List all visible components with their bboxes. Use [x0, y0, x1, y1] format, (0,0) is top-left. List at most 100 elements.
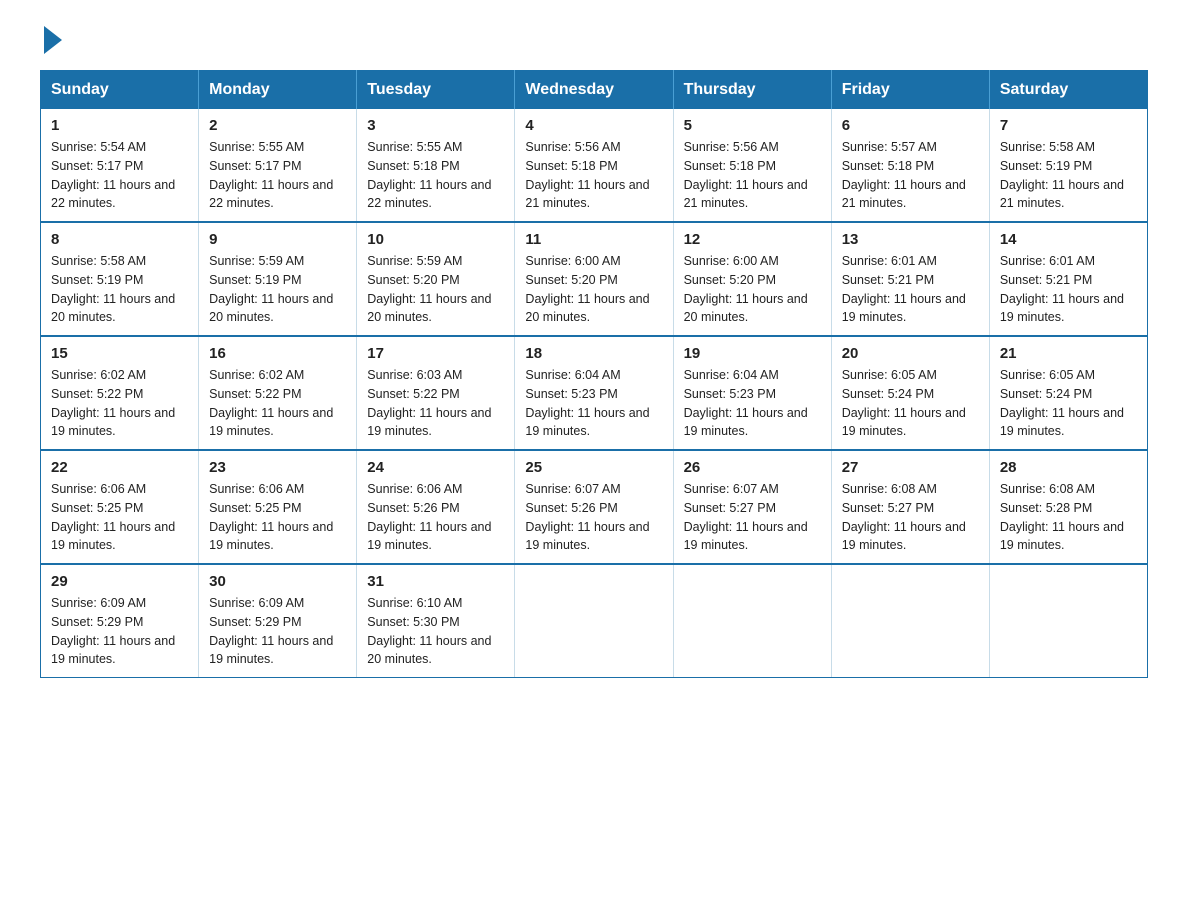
calendar-cell: 1 Sunrise: 5:54 AMSunset: 5:17 PMDayligh… — [41, 109, 199, 222]
calendar-week-row: 1 Sunrise: 5:54 AMSunset: 5:17 PMDayligh… — [41, 109, 1148, 222]
day-number: 18 — [525, 345, 662, 362]
calendar-cell: 8 Sunrise: 5:58 AMSunset: 5:19 PMDayligh… — [41, 222, 199, 336]
calendar-cell: 20 Sunrise: 6:05 AMSunset: 5:24 PMDaylig… — [831, 336, 989, 450]
day-number: 19 — [684, 345, 821, 362]
day-number: 22 — [51, 459, 188, 476]
day-number: 7 — [1000, 117, 1137, 134]
day-info: Sunrise: 5:57 AMSunset: 5:18 PMDaylight:… — [842, 140, 966, 210]
day-number: 26 — [684, 459, 821, 476]
calendar-cell: 23 Sunrise: 6:06 AMSunset: 5:25 PMDaylig… — [199, 450, 357, 564]
calendar-cell: 31 Sunrise: 6:10 AMSunset: 5:30 PMDaylig… — [357, 564, 515, 678]
calendar-week-row: 29 Sunrise: 6:09 AMSunset: 5:29 PMDaylig… — [41, 564, 1148, 678]
calendar-cell: 21 Sunrise: 6:05 AMSunset: 5:24 PMDaylig… — [989, 336, 1147, 450]
day-number: 1 — [51, 117, 188, 134]
calendar-cell: 24 Sunrise: 6:06 AMSunset: 5:26 PMDaylig… — [357, 450, 515, 564]
calendar-cell: 27 Sunrise: 6:08 AMSunset: 5:27 PMDaylig… — [831, 450, 989, 564]
day-info: Sunrise: 6:00 AMSunset: 5:20 PMDaylight:… — [684, 254, 808, 324]
calendar-cell: 15 Sunrise: 6:02 AMSunset: 5:22 PMDaylig… — [41, 336, 199, 450]
day-number: 5 — [684, 117, 821, 134]
day-number: 20 — [842, 345, 979, 362]
calendar-cell: 7 Sunrise: 5:58 AMSunset: 5:19 PMDayligh… — [989, 109, 1147, 222]
calendar-cell: 4 Sunrise: 5:56 AMSunset: 5:18 PMDayligh… — [515, 109, 673, 222]
day-header-tuesday: Tuesday — [357, 71, 515, 110]
day-info: Sunrise: 5:54 AMSunset: 5:17 PMDaylight:… — [51, 140, 175, 210]
day-info: Sunrise: 6:00 AMSunset: 5:20 PMDaylight:… — [525, 254, 649, 324]
day-header-monday: Monday — [199, 71, 357, 110]
day-info: Sunrise: 5:56 AMSunset: 5:18 PMDaylight:… — [684, 140, 808, 210]
day-header-sunday: Sunday — [41, 71, 199, 110]
day-number: 17 — [367, 345, 504, 362]
day-info: Sunrise: 5:55 AMSunset: 5:18 PMDaylight:… — [367, 140, 491, 210]
calendar-cell: 16 Sunrise: 6:02 AMSunset: 5:22 PMDaylig… — [199, 336, 357, 450]
day-number: 2 — [209, 117, 346, 134]
day-number: 3 — [367, 117, 504, 134]
logo-arrow-icon — [44, 26, 62, 54]
calendar-cell — [515, 564, 673, 678]
day-header-wednesday: Wednesday — [515, 71, 673, 110]
day-number: 6 — [842, 117, 979, 134]
day-header-saturday: Saturday — [989, 71, 1147, 110]
day-info: Sunrise: 6:02 AMSunset: 5:22 PMDaylight:… — [51, 368, 175, 438]
day-number: 4 — [525, 117, 662, 134]
calendar-cell: 28 Sunrise: 6:08 AMSunset: 5:28 PMDaylig… — [989, 450, 1147, 564]
calendar-cell: 19 Sunrise: 6:04 AMSunset: 5:23 PMDaylig… — [673, 336, 831, 450]
day-info: Sunrise: 6:05 AMSunset: 5:24 PMDaylight:… — [1000, 368, 1124, 438]
calendar-cell: 25 Sunrise: 6:07 AMSunset: 5:26 PMDaylig… — [515, 450, 673, 564]
calendar-cell: 2 Sunrise: 5:55 AMSunset: 5:17 PMDayligh… — [199, 109, 357, 222]
calendar-table: SundayMondayTuesdayWednesdayThursdayFrid… — [40, 70, 1148, 678]
day-number: 16 — [209, 345, 346, 362]
day-info: Sunrise: 6:09 AMSunset: 5:29 PMDaylight:… — [209, 596, 333, 666]
day-number: 25 — [525, 459, 662, 476]
calendar-cell: 3 Sunrise: 5:55 AMSunset: 5:18 PMDayligh… — [357, 109, 515, 222]
page-header — [40, 30, 1148, 50]
calendar-cell: 6 Sunrise: 5:57 AMSunset: 5:18 PMDayligh… — [831, 109, 989, 222]
day-number: 10 — [367, 231, 504, 248]
day-info: Sunrise: 6:04 AMSunset: 5:23 PMDaylight:… — [525, 368, 649, 438]
calendar-cell: 22 Sunrise: 6:06 AMSunset: 5:25 PMDaylig… — [41, 450, 199, 564]
logo — [40, 30, 62, 50]
calendar-cell: 10 Sunrise: 5:59 AMSunset: 5:20 PMDaylig… — [357, 222, 515, 336]
calendar-body: 1 Sunrise: 5:54 AMSunset: 5:17 PMDayligh… — [41, 109, 1148, 678]
day-number: 30 — [209, 573, 346, 590]
day-info: Sunrise: 5:56 AMSunset: 5:18 PMDaylight:… — [525, 140, 649, 210]
day-info: Sunrise: 5:55 AMSunset: 5:17 PMDaylight:… — [209, 140, 333, 210]
day-number: 27 — [842, 459, 979, 476]
calendar-cell: 12 Sunrise: 6:00 AMSunset: 5:20 PMDaylig… — [673, 222, 831, 336]
day-info: Sunrise: 5:59 AMSunset: 5:19 PMDaylight:… — [209, 254, 333, 324]
header-row: SundayMondayTuesdayWednesdayThursdayFrid… — [41, 71, 1148, 110]
day-info: Sunrise: 6:08 AMSunset: 5:28 PMDaylight:… — [1000, 482, 1124, 552]
day-number: 23 — [209, 459, 346, 476]
day-number: 15 — [51, 345, 188, 362]
day-info: Sunrise: 6:03 AMSunset: 5:22 PMDaylight:… — [367, 368, 491, 438]
day-info: Sunrise: 6:07 AMSunset: 5:27 PMDaylight:… — [684, 482, 808, 552]
day-info: Sunrise: 6:01 AMSunset: 5:21 PMDaylight:… — [842, 254, 966, 324]
calendar-header: SundayMondayTuesdayWednesdayThursdayFrid… — [41, 71, 1148, 110]
day-info: Sunrise: 6:05 AMSunset: 5:24 PMDaylight:… — [842, 368, 966, 438]
calendar-cell: 17 Sunrise: 6:03 AMSunset: 5:22 PMDaylig… — [357, 336, 515, 450]
day-number: 29 — [51, 573, 188, 590]
day-number: 12 — [684, 231, 821, 248]
day-info: Sunrise: 6:10 AMSunset: 5:30 PMDaylight:… — [367, 596, 491, 666]
day-number: 31 — [367, 573, 504, 590]
calendar-cell: 26 Sunrise: 6:07 AMSunset: 5:27 PMDaylig… — [673, 450, 831, 564]
calendar-cell: 30 Sunrise: 6:09 AMSunset: 5:29 PMDaylig… — [199, 564, 357, 678]
day-info: Sunrise: 6:01 AMSunset: 5:21 PMDaylight:… — [1000, 254, 1124, 324]
calendar-cell: 5 Sunrise: 5:56 AMSunset: 5:18 PMDayligh… — [673, 109, 831, 222]
calendar-cell — [673, 564, 831, 678]
day-number: 21 — [1000, 345, 1137, 362]
calendar-cell: 9 Sunrise: 5:59 AMSunset: 5:19 PMDayligh… — [199, 222, 357, 336]
calendar-week-row: 22 Sunrise: 6:06 AMSunset: 5:25 PMDaylig… — [41, 450, 1148, 564]
calendar-cell: 29 Sunrise: 6:09 AMSunset: 5:29 PMDaylig… — [41, 564, 199, 678]
day-header-thursday: Thursday — [673, 71, 831, 110]
day-info: Sunrise: 6:02 AMSunset: 5:22 PMDaylight:… — [209, 368, 333, 438]
calendar-cell: 13 Sunrise: 6:01 AMSunset: 5:21 PMDaylig… — [831, 222, 989, 336]
day-number: 14 — [1000, 231, 1137, 248]
calendar-week-row: 15 Sunrise: 6:02 AMSunset: 5:22 PMDaylig… — [41, 336, 1148, 450]
day-info: Sunrise: 6:09 AMSunset: 5:29 PMDaylight:… — [51, 596, 175, 666]
day-number: 8 — [51, 231, 188, 248]
day-number: 13 — [842, 231, 979, 248]
day-info: Sunrise: 5:59 AMSunset: 5:20 PMDaylight:… — [367, 254, 491, 324]
day-info: Sunrise: 5:58 AMSunset: 5:19 PMDaylight:… — [1000, 140, 1124, 210]
calendar-cell: 11 Sunrise: 6:00 AMSunset: 5:20 PMDaylig… — [515, 222, 673, 336]
calendar-cell — [989, 564, 1147, 678]
